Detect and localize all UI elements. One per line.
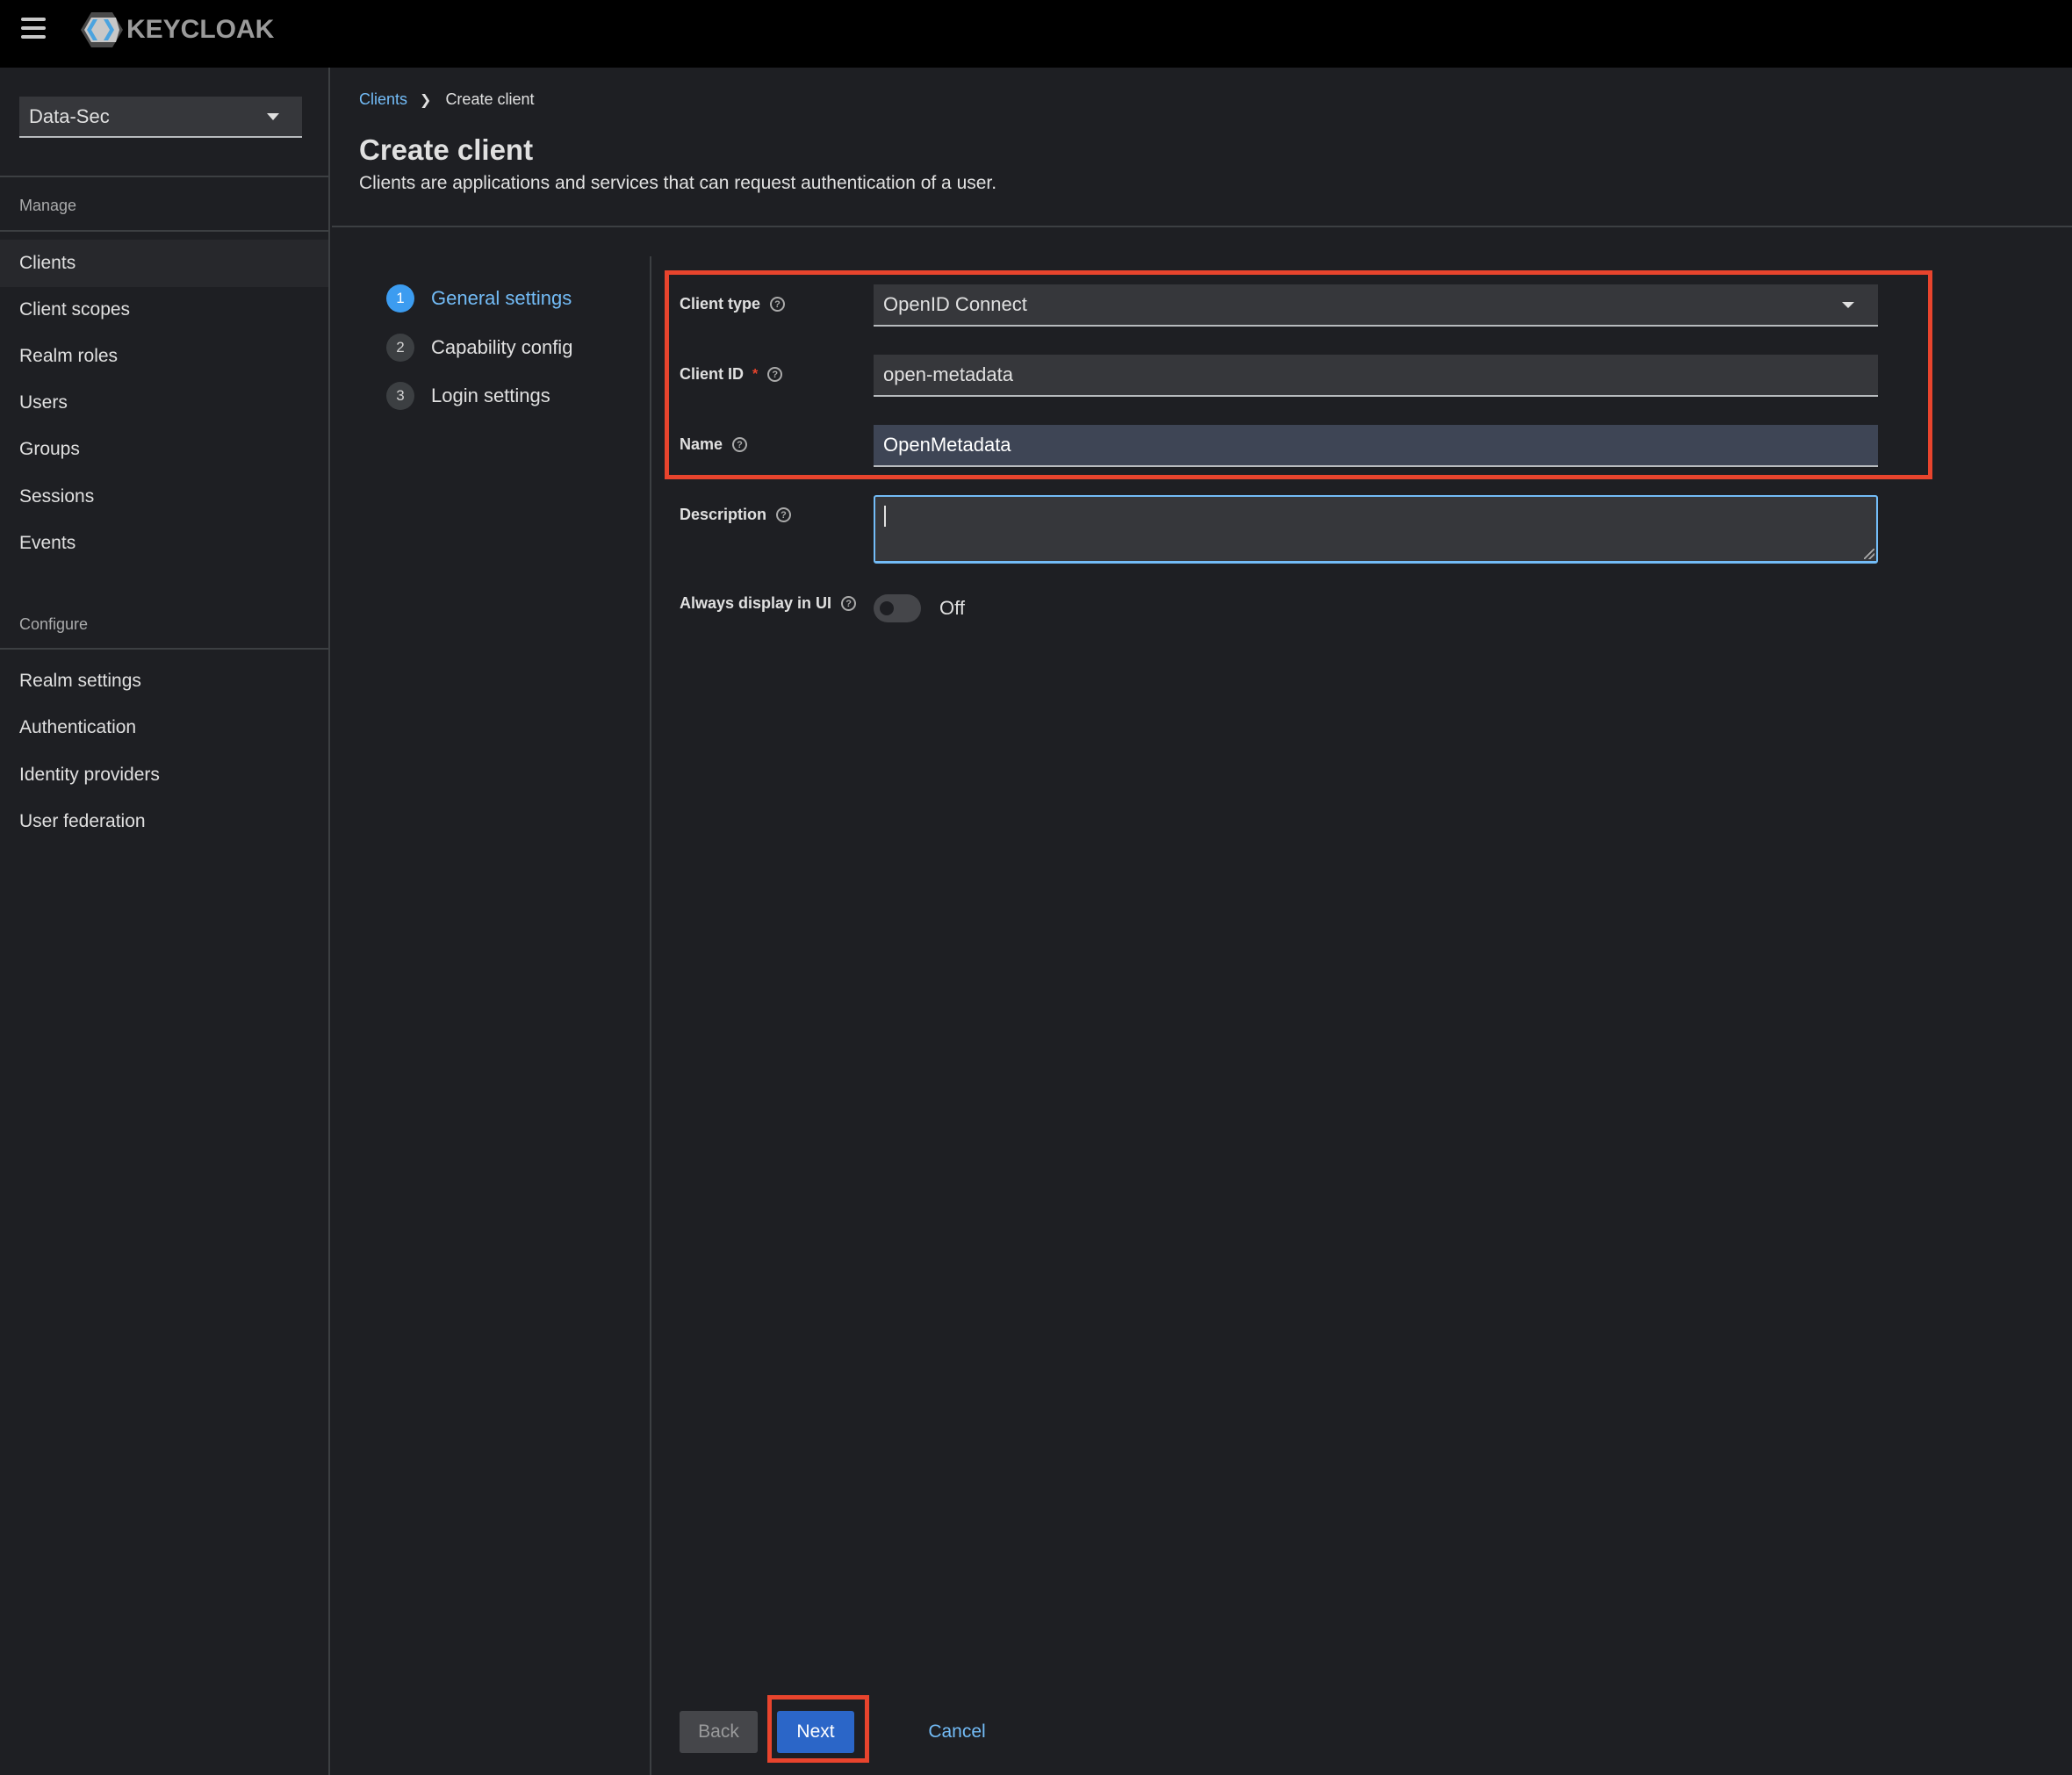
cancel-button[interactable]: Cancel: [913, 1711, 1001, 1753]
sidebar-item-clients[interactable]: Clients: [0, 240, 328, 287]
sidebar-item-label: Authentication: [19, 717, 137, 737]
client-type-label-text: Client type: [680, 295, 761, 313]
step-number: 1: [386, 284, 414, 313]
breadcrumb: Clients ❯ Create client: [359, 90, 535, 109]
client-type-label: Client type ?: [680, 295, 786, 313]
name-label: Name ?: [680, 435, 748, 454]
help-icon[interactable]: ?: [776, 507, 792, 522]
step-label: General settings: [431, 287, 572, 309]
sidebar-item-label: Users: [19, 392, 68, 413]
name-label-text: Name: [680, 435, 723, 453]
breadcrumb-current: Create client: [445, 90, 535, 108]
hamburger-icon[interactable]: [21, 18, 46, 39]
header-divider: [332, 226, 2072, 227]
text-cursor: [884, 506, 886, 527]
back-button[interactable]: Back: [680, 1711, 758, 1753]
sidebar-item-label: Realm settings: [19, 671, 141, 691]
always-display-toggle[interactable]: [874, 594, 921, 622]
sidebar-item-label: User federation: [19, 811, 146, 831]
toggle-knob: [880, 601, 894, 615]
caret-down-icon: [267, 113, 279, 120]
sidebar-item-label: Realm roles: [19, 346, 119, 366]
sidebar-item-label: Identity providers: [19, 765, 160, 785]
breadcrumb-clients-link[interactable]: Clients: [359, 90, 407, 109]
description-label: Description ?: [680, 506, 792, 524]
wizard-step-login-settings[interactable]: 3 Login settings: [386, 382, 550, 410]
sidebar-item-identity-providers[interactable]: Identity providers: [0, 751, 328, 799]
step-number: 3: [386, 382, 414, 410]
always-display-label: Always display in UI ?: [680, 594, 857, 613]
next-button[interactable]: Next: [777, 1711, 854, 1753]
client-type-value: OpenID Connect: [883, 293, 1027, 315]
wizard-divider: [650, 256, 651, 1775]
name-value: OpenMetadata: [883, 434, 1011, 456]
description-textarea[interactable]: [874, 495, 1878, 564]
description-label-text: Description: [680, 506, 767, 523]
sidebar-item-label: Client scopes: [19, 299, 131, 320]
step-label: Capability config: [431, 336, 573, 358]
sidebar-item-label: Clients: [19, 253, 76, 273]
help-icon[interactable]: ?: [732, 437, 748, 452]
sidebar-divider: [0, 176, 328, 177]
sidebar-item-users[interactable]: Users: [0, 379, 328, 427]
realm-selector-value: Data-Sec: [29, 104, 110, 127]
page-title: Create client: [359, 133, 534, 166]
sidebar-item-client-scopes[interactable]: Client scopes: [0, 286, 328, 334]
help-icon[interactable]: ?: [767, 367, 783, 382]
required-asterisk: *: [752, 366, 759, 382]
sidebar-item-authentication[interactable]: Authentication: [0, 704, 328, 751]
sidebar-divider: [0, 230, 328, 232]
sidebar-divider: [0, 648, 328, 650]
resize-handle-icon[interactable]: [1864, 549, 1874, 559]
client-id-label: Client ID * ?: [680, 365, 783, 384]
sidebar-item-realm-roles[interactable]: Realm roles: [0, 333, 328, 380]
always-display-state: Off: [939, 597, 965, 619]
sidebar-item-realm-settings[interactable]: Realm settings: [0, 658, 328, 705]
client-type-select[interactable]: OpenID Connect: [874, 284, 1878, 327]
help-icon[interactable]: ?: [841, 596, 857, 611]
step-label: Login settings: [431, 384, 550, 406]
name-input[interactable]: OpenMetadata: [874, 425, 1878, 467]
sidebar-item-label: Groups: [19, 439, 80, 459]
chevron-right-icon: ❯: [420, 92, 432, 108]
keycloak-logo[interactable]: KEYCLOAK: [81, 11, 274, 49]
step-number: 2: [386, 334, 414, 362]
sidebar-item-sessions[interactable]: Sessions: [0, 473, 328, 521]
realm-selector[interactable]: Data-Sec: [19, 97, 302, 138]
sidebar: Data-Sec Manage Clients Client scopes Re…: [0, 68, 330, 1775]
sidebar-section-configure: Configure: [19, 615, 89, 633]
top-bar: KEYCLOAK: [0, 0, 2072, 68]
wizard-step-capability-config[interactable]: 2 Capability config: [386, 334, 572, 362]
wizard-step-general-settings[interactable]: 1 General settings: [386, 284, 572, 313]
always-display-label-text: Always display in UI: [680, 594, 832, 612]
sidebar-section-manage: Manage: [19, 197, 77, 214]
page-subtitle: Clients are applications and services th…: [359, 173, 997, 193]
client-id-value: open-metadata: [883, 363, 1013, 385]
client-id-input[interactable]: open-metadata: [874, 355, 1878, 397]
sidebar-item-user-federation[interactable]: User federation: [0, 798, 328, 845]
client-id-label-text: Client ID: [680, 365, 745, 383]
help-icon[interactable]: ?: [770, 297, 786, 312]
sidebar-item-label: Events: [19, 533, 76, 553]
sidebar-item-label: Sessions: [19, 486, 95, 507]
caret-down-icon: [1842, 302, 1854, 308]
sidebar-item-events[interactable]: Events: [0, 520, 328, 567]
keycloak-logo-icon: [81, 12, 123, 47]
sidebar-item-groups[interactable]: Groups: [0, 426, 328, 473]
brand-name: KEYCLOAK: [126, 15, 275, 44]
